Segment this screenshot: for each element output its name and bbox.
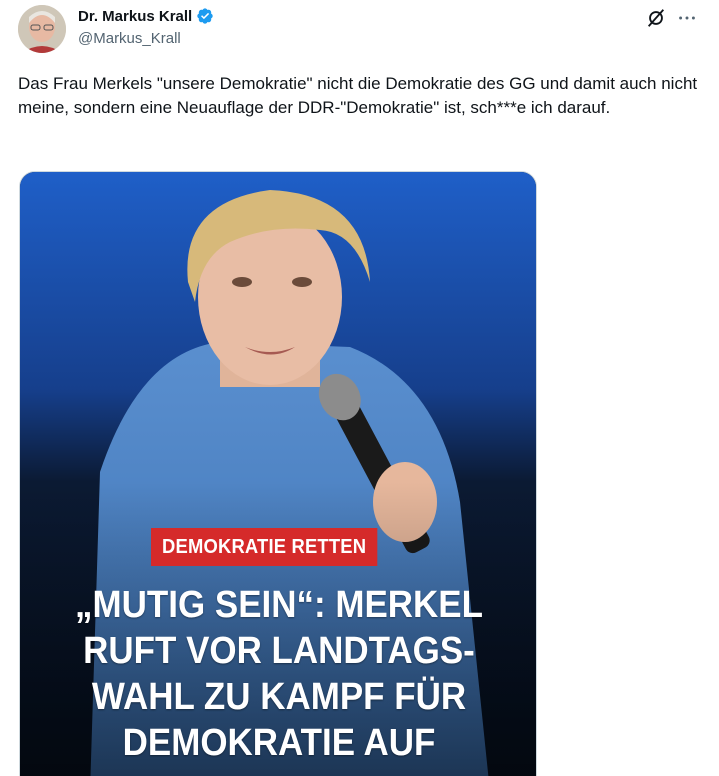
headline-line: WAHL ZU KAMPF FÜR [91, 676, 467, 718]
headline-line: RUFT VOR LANDTAGS- [83, 630, 475, 672]
post-header: Dr. Markus Krall @Markus_Krall [78, 6, 214, 47]
headline-line: DEMOKRATIE AUF [122, 722, 436, 764]
user-handle[interactable]: @Markus_Krall [78, 30, 214, 47]
verified-badge-icon [196, 7, 214, 25]
more-options-icon[interactable] [676, 7, 698, 29]
avatar[interactable] [18, 5, 66, 53]
post-text: Das Frau Merkels "unsere Demokratie" nic… [18, 74, 698, 117]
grok-icon[interactable] [645, 7, 667, 29]
media-headline: „MUTIG SEIN“: MERKEL RUFT VOR LANDTAGS- … [41, 582, 518, 766]
tweet: Dr. Markus Krall @Markus_Krall Das Frau … [0, 0, 719, 776]
headline-line: „MUTIG SEIN“: MERKEL [75, 584, 483, 626]
media-tag-label: DEMOKRATIE RETTEN [151, 528, 378, 566]
post-media-image[interactable]: DEMOKRATIE RETTEN „MUTIG SEIN“: MERKEL R… [19, 171, 537, 776]
display-name[interactable]: Dr. Markus Krall [78, 8, 192, 25]
name-row: Dr. Markus Krall [78, 6, 214, 26]
